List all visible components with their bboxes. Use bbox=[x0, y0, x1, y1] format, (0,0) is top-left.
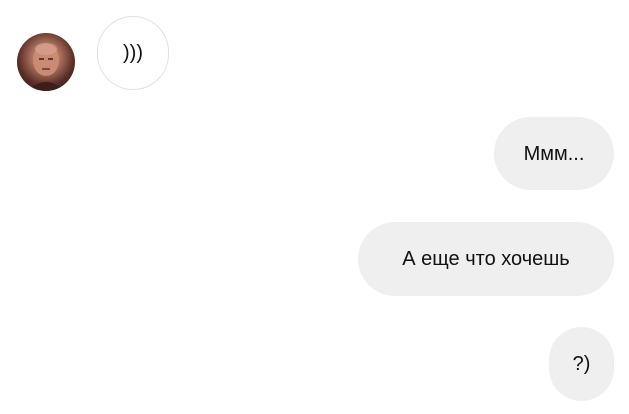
avatar-photo bbox=[27, 43, 65, 91]
outgoing-message-bubble[interactable]: ?) bbox=[549, 327, 614, 401]
outgoing-message-bubble[interactable]: А еще что хочешь bbox=[358, 222, 614, 296]
message-text: ))) bbox=[123, 42, 143, 64]
message-text: ?) bbox=[572, 353, 591, 375]
outgoing-message-bubble[interactable]: Ммм... bbox=[494, 117, 614, 190]
contact-avatar[interactable] bbox=[17, 33, 75, 91]
incoming-message-bubble[interactable]: ))) bbox=[97, 16, 169, 90]
message-text: А еще что хочешь bbox=[402, 248, 570, 270]
chat-thread: ))) Ммм... А еще что хочешь ?) bbox=[0, 0, 629, 414]
message-text: Ммм... bbox=[523, 142, 585, 165]
